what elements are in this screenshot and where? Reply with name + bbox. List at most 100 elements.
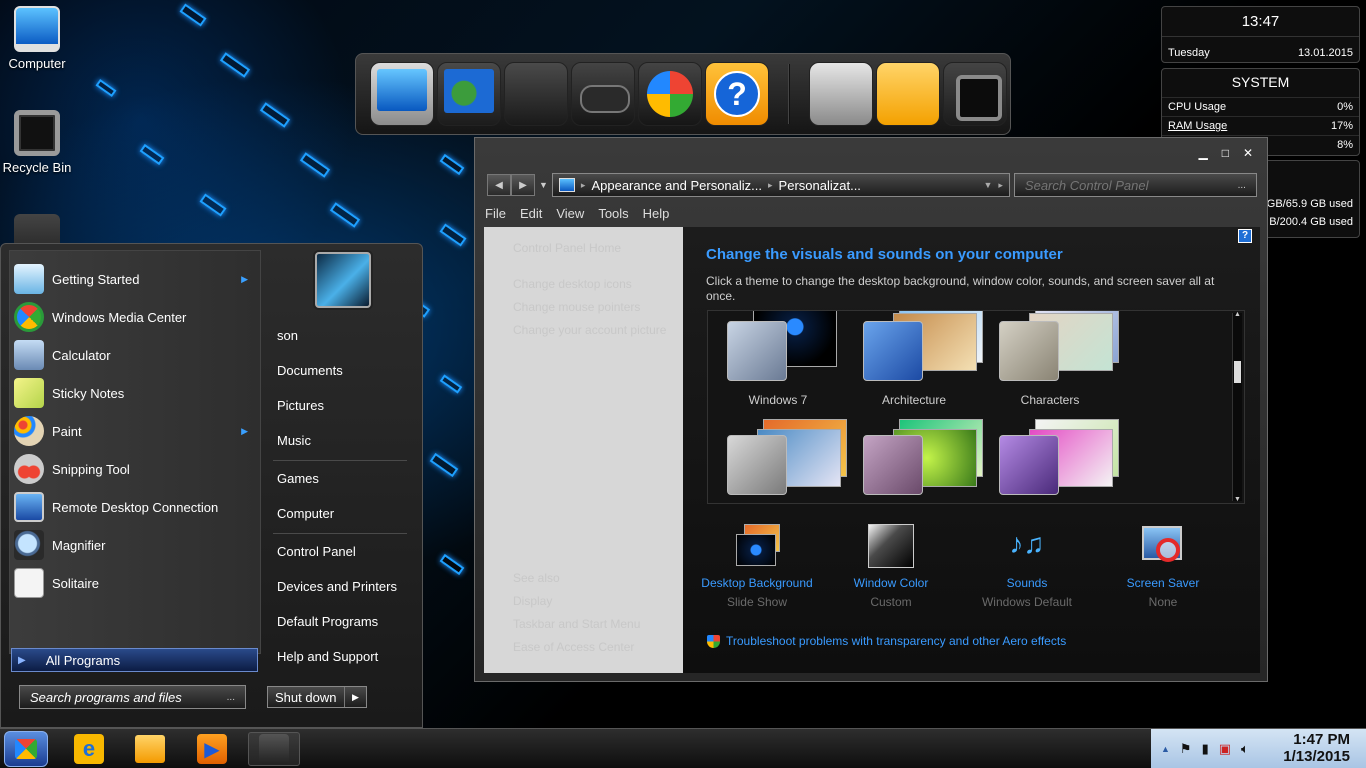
troubleshoot-text[interactable]: Troubleshoot problems with transparency … [726, 634, 1066, 648]
action-center-flag-icon[interactable]: ⚑ [1180, 741, 1192, 757]
maximize-icon[interactable]: □ [1222, 146, 1229, 160]
theme-architecture[interactable]: Architecture [854, 311, 983, 407]
dock-drive-icon[interactable] [809, 62, 873, 126]
desktop-background-link[interactable]: Desktop Background [689, 576, 825, 590]
start-button[interactable] [4, 731, 48, 767]
address-bar[interactable]: ▸ Appearance and Personaliz... ▸ Persona… [551, 173, 1010, 197]
dock-network-icon[interactable] [437, 62, 501, 126]
troubleshoot-link[interactable]: Troubleshoot problems with transparency … [707, 634, 1066, 648]
network-icon[interactable]: ▣ [1219, 741, 1231, 757]
menu-edit[interactable]: Edit [520, 206, 542, 221]
start-menu-search[interactable]: ... [19, 685, 246, 709]
desktop-icon-recycle-bin[interactable]: Recycle Bin [0, 110, 74, 175]
minimize-icon[interactable]: ▁ [1198, 146, 1207, 160]
theme-scenes[interactable] [990, 419, 1119, 499]
start-devices-printers[interactable]: Devices and Printers [277, 579, 397, 594]
program-solitaire[interactable]: Solitaire [14, 565, 258, 601]
refresh-arrow-icon[interactable]: ▸ [998, 180, 1003, 191]
program-label: Solitaire [52, 575, 99, 591]
theme-landscapes[interactable] [718, 419, 847, 499]
link-change-mouse-pointers[interactable]: Change mouse pointers [513, 300, 640, 314]
program-calculator[interactable]: Calculator [14, 337, 258, 373]
link-control-panel-home[interactable]: Control Panel Home [513, 241, 621, 255]
search-icon[interactable]: ... [227, 692, 235, 703]
search-icon[interactable]: ... [1238, 180, 1246, 191]
recent-pages-chevron-icon[interactable]: ▼ [539, 180, 548, 190]
theme-nature[interactable] [854, 419, 983, 499]
user-avatar[interactable] [315, 252, 371, 308]
dock-checkmark-icon[interactable] [638, 62, 702, 126]
all-programs-button[interactable]: ▶ All Programs [11, 648, 258, 672]
start-documents[interactable]: Documents [277, 363, 343, 378]
sounds-link[interactable]: Sounds [959, 576, 1095, 590]
start-music[interactable]: Music [277, 433, 311, 448]
screen-saver-link[interactable]: Screen Saver [1095, 576, 1231, 590]
scrollbar-thumb[interactable] [1234, 361, 1241, 383]
show-hidden-icons-icon[interactable]: ▲ [1161, 744, 1170, 754]
program-windows-media-center[interactable]: Windows Media Center [14, 299, 258, 335]
program-sticky-notes[interactable]: Sticky Notes [14, 375, 258, 411]
program-remote-desktop[interactable]: Remote Desktop Connection [14, 489, 258, 525]
program-getting-started[interactable]: Getting Started ▶ [14, 261, 258, 297]
sounds-option[interactable]: ♪♫ Sounds Windows Default [959, 522, 1095, 609]
theme-scrollbar[interactable]: ▲ ▼ [1232, 311, 1242, 503]
theme-characters[interactable]: Characters [990, 311, 1119, 407]
start-computer[interactable]: Computer [277, 506, 334, 521]
menu-view[interactable]: View [556, 206, 584, 221]
taskbar-control-panel[interactable] [248, 732, 300, 766]
window-color-option[interactable]: Window Color Custom [823, 522, 959, 609]
control-panel-search-input[interactable] [1024, 177, 1234, 193]
close-icon[interactable]: ✕ [1243, 146, 1253, 160]
dock-gamepad-icon[interactable] [571, 62, 635, 126]
theme-windows-7[interactable]: Windows 7 [718, 311, 838, 407]
link-taskbar-start-menu[interactable]: Taskbar and Start Menu [513, 617, 640, 631]
taskbar-internet-explorer[interactable]: e [63, 732, 115, 766]
forward-button[interactable]: ▶ [511, 174, 535, 196]
link-display[interactable]: Display [513, 594, 552, 608]
start-pictures[interactable]: Pictures [277, 398, 324, 413]
start-games[interactable]: Games [277, 471, 319, 486]
screen-saver-value: None [1148, 595, 1178, 609]
link-ease-of-access[interactable]: Ease of Access Center [513, 640, 634, 654]
screen-saver-option[interactable]: Screen Saver None [1095, 522, 1231, 609]
start-control-panel[interactable]: Control Panel [277, 544, 356, 559]
taskbar-media-player[interactable]: ▶ [186, 732, 238, 766]
start-default-programs[interactable]: Default Programs [277, 614, 378, 629]
shutdown-button[interactable]: Shut down ▶ [267, 686, 367, 708]
taskbar-explorer[interactable] [124, 732, 176, 766]
dock-folder-icon[interactable] [876, 62, 940, 126]
link-change-desktop-icons[interactable]: Change desktop icons [513, 277, 632, 291]
dock-computer-icon[interactable] [370, 62, 434, 126]
taskbar-clock[interactable]: 1:47 PM 1/13/2015 [1283, 731, 1350, 765]
power-icon[interactable]: ▮ [1202, 741, 1209, 757]
dock-help-icon[interactable]: ? [705, 62, 769, 126]
dock-tools-icon[interactable] [504, 62, 568, 126]
program-snipping-tool[interactable]: Snipping Tool [14, 451, 258, 487]
control-panel-search[interactable]: ... [1013, 173, 1257, 197]
back-button[interactable]: ◀ [487, 174, 511, 196]
start-user-folder[interactable]: son [277, 328, 298, 343]
scroll-down-icon[interactable]: ▼ [1234, 496, 1241, 503]
help-icon[interactable]: ? [1238, 229, 1252, 243]
menu-tools[interactable]: Tools [598, 206, 628, 221]
shutdown-options-arrow-icon[interactable]: ▶ [344, 687, 366, 707]
start-help-support[interactable]: Help and Support [277, 649, 378, 664]
menu-help[interactable]: Help [643, 206, 670, 221]
desktop-icon-computer[interactable]: Computer [0, 6, 74, 71]
dock-recycle-bin-icon[interactable] [943, 62, 1007, 126]
volume-icon[interactable]: 🔈︎ [1241, 741, 1249, 757]
tools-icon [259, 734, 289, 764]
start-menu-search-input[interactable] [30, 689, 227, 705]
link-change-account-picture[interactable]: Change your account picture [513, 323, 666, 337]
window-color-link[interactable]: Window Color [823, 576, 959, 590]
menu-file[interactable]: File [485, 206, 506, 221]
clock-gadget[interactable]: 13:47 Tuesday 13.01.2015 [1161, 6, 1360, 63]
desktop-background-option[interactable]: Desktop Background Slide Show [689, 522, 825, 609]
address-dropdown-icon[interactable]: ▼ [983, 180, 992, 190]
scroll-up-icon[interactable]: ▲ [1234, 311, 1241, 318]
program-magnifier[interactable]: Magnifier [14, 527, 258, 563]
breadcrumb-personalization[interactable]: Personalizat... [779, 178, 861, 193]
breadcrumb-appearance[interactable]: Appearance and Personaliz... [591, 178, 762, 193]
program-paint[interactable]: Paint ▶ [14, 413, 258, 449]
shutdown-label: Shut down [275, 689, 337, 705]
